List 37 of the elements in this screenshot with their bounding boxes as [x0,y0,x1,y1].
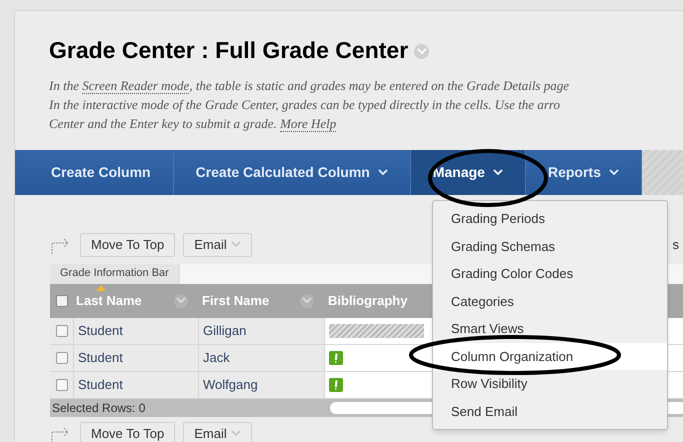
selected-rows-count: Selected Rows: 0 [51,400,146,416]
title-menu-icon[interactable] [414,44,430,60]
needs-grading-icon [329,350,343,364]
striped-area [642,150,683,194]
move-to-top-button[interactable]: Move To Top [80,232,176,256]
menu-item[interactable]: Send Email [433,398,667,425]
menu-item[interactable]: Smart Views [433,315,667,342]
menu-item[interactable]: Grading Color Codes [433,260,667,288]
help-link[interactable]: More Help [280,116,336,132]
menu-item[interactable]: Column Organization [433,342,667,370]
grade-information-bar[interactable]: Grade Information Bar [50,264,180,284]
help-link[interactable]: Screen Reader mode [82,78,190,94]
checkbox[interactable] [56,352,68,364]
needs-grading-icon [329,378,343,392]
hatched-pattern-icon [329,324,424,338]
move-to-top-button[interactable]: Move To Top [80,422,176,442]
chevron-down-icon [230,430,241,437]
help-text: In the Screen Reader mode, the table is static and grades may be entered on the Grade Details page [49,76,570,94]
page-title: Grade Center : Full Grade Center [49,36,408,65]
menu-item[interactable]: Categories [433,288,667,315]
menu-item[interactable]: Grading Periods [433,205,667,232]
help-text: Center and the Enter key to submit a grade. More Help [49,114,338,132]
email-button[interactable]: Email [183,232,252,256]
email-button[interactable]: Email [183,422,252,442]
checkbox[interactable] [56,324,68,336]
checkbox[interactable] [56,294,68,306]
column-menu-icon[interactable] [300,294,314,308]
chevron-down-icon [230,241,241,248]
help-text: In the interactive mode of the Grade Center, grades can be typed directly in the cells. Use the arro [49,96,561,114]
chevron-down-icon [416,48,427,56]
checkbox[interactable] [56,378,68,390]
chevron-down-icon [176,297,186,304]
column-menu-icon[interactable] [174,294,188,308]
chevron-down-icon [302,297,312,304]
label-fragment: s [672,236,679,254]
nav-tab[interactable]: Create Column [15,150,174,194]
menu-item[interactable]: Grading Schemas [433,232,667,260]
